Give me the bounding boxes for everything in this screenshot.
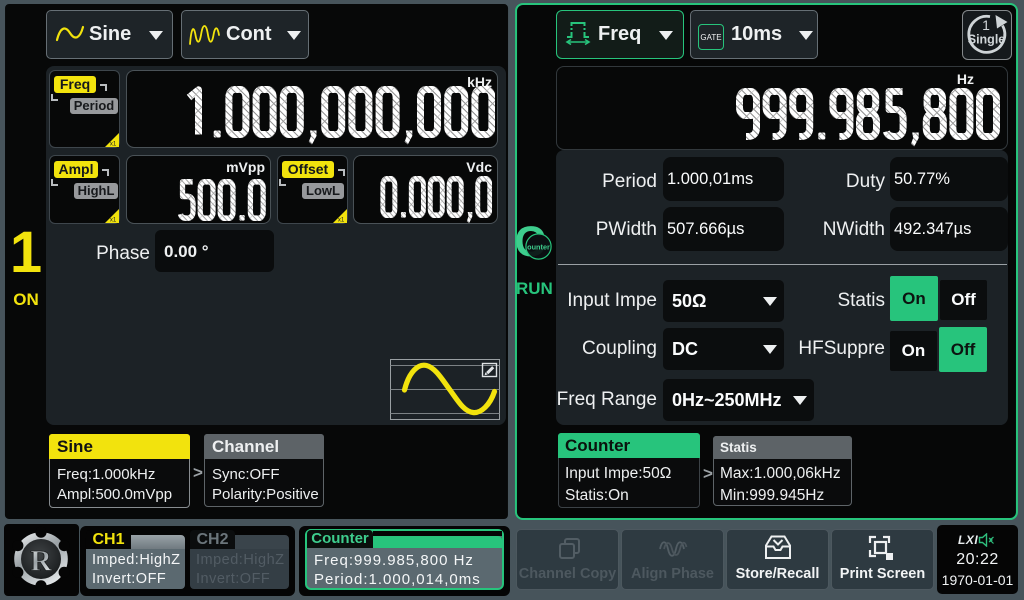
svg-text:R: R [30,545,52,578]
svg-text:x1: x1 [338,218,345,224]
svg-text:x1: x1 [110,218,117,224]
svg-text:x1: x1 [110,142,117,148]
svg-text:ounter: ounter [527,242,550,251]
svg-text:1: 1 [982,17,990,33]
svg-text:Single: Single [968,33,1006,47]
